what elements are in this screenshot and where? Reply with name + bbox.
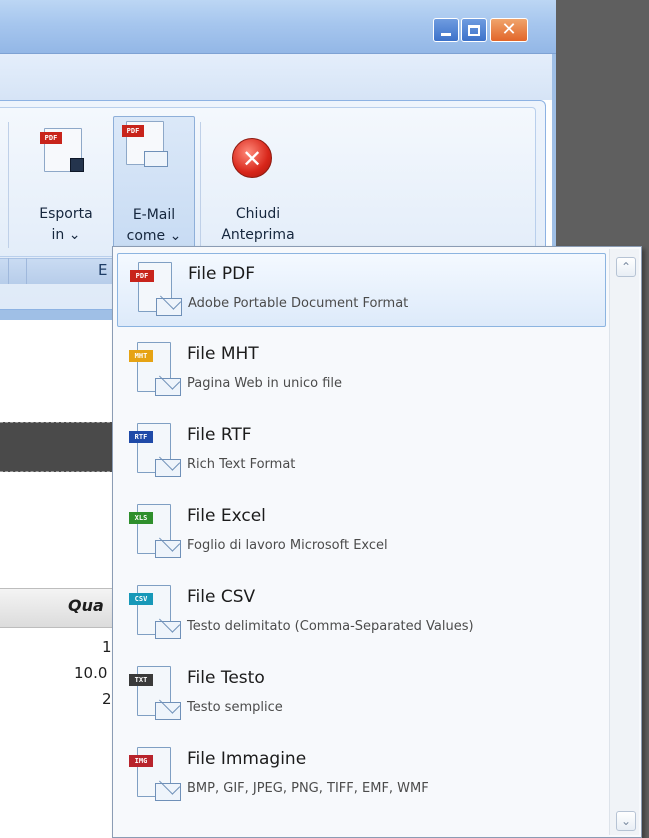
img-file-icon: IMG <box>125 747 183 803</box>
mht-badge: MHT <box>129 350 153 362</box>
menu-item-title: File RTF <box>187 425 252 445</box>
csv-file-icon: CSV <box>125 585 183 641</box>
menu-item-rtf[interactable]: RTF File RTF Rich Text Format <box>117 415 606 489</box>
menu-item-description: Pagina Web in unico file <box>187 376 343 391</box>
ribbon-group: PDF Esporta in ⌄ PDF E-Mail come ⌄ ✕ Chi… <box>0 107 536 284</box>
envelope-icon <box>155 378 181 396</box>
pdf-badge: PDF <box>40 132 62 144</box>
group-separator <box>8 258 9 284</box>
menu-item-description: BMP, GIF, JPEG, PNG, TIFF, EMF, WMF <box>187 781 429 796</box>
export-label-line2: in ⌄ <box>51 227 81 243</box>
scroll-up-button[interactable]: ⌃ <box>616 257 636 277</box>
chevron-up-icon: ⌃ <box>620 260 632 274</box>
title-bar: ✕ <box>0 0 556 54</box>
table-cell: 2 <box>102 690 112 708</box>
img-badge: IMG <box>129 755 153 767</box>
export-label-line1: Esporta <box>39 206 93 222</box>
ribbon-tab-strip <box>0 54 552 100</box>
menu-item-description: Testo semplice <box>187 700 283 715</box>
close-window-button[interactable]: ✕ <box>490 18 528 42</box>
menu-item-description: Foglio di lavoro Microsoft Excel <box>187 538 388 553</box>
envelope-icon <box>155 783 181 801</box>
menu-item-mht[interactable]: MHT File MHT Pagina Web in unico file <box>117 334 606 408</box>
menu-item-title: File MHT <box>187 344 259 364</box>
pdf-file-icon: PDF <box>126 262 184 318</box>
report-header-band <box>0 422 120 472</box>
group-separator <box>26 258 27 284</box>
close-preview-label-line1: Chiudi <box>235 206 281 222</box>
menu-item-description: Rich Text Format <box>187 457 296 472</box>
ribbon-separator <box>200 122 201 248</box>
ribbon-separator <box>8 122 9 248</box>
menu-scrollbar[interactable]: ⌃ ⌄ <box>609 249 639 835</box>
email-label: E-Mail come ⌄ <box>114 205 194 247</box>
email-format-menu: PDF File PDF Adobe Portable Document For… <box>112 246 642 838</box>
xls-file-icon: XLS <box>125 504 183 560</box>
csv-badge: CSV <box>129 593 153 605</box>
chevron-down-icon: ⌄ <box>620 814 632 828</box>
rtf-badge: RTF <box>129 431 153 443</box>
close-icon: ✕ <box>501 19 517 40</box>
export-to-button[interactable]: PDF Esporta in ⌄ <box>26 116 106 254</box>
menu-item-description: Adobe Portable Document Format <box>188 296 409 311</box>
minimize-icon <box>441 32 451 36</box>
envelope-icon <box>155 540 181 558</box>
email-as-button[interactable]: PDF E-Mail come ⌄ <box>113 116 195 254</box>
scroll-down-button[interactable]: ⌄ <box>616 811 636 831</box>
txt-badge: TXT <box>129 674 153 686</box>
pdf-badge: PDF <box>122 125 144 137</box>
mht-file-icon: MHT <box>125 342 183 398</box>
table-cell: 1 <box>102 638 112 656</box>
close-preview-label-line2: Anteprima <box>221 227 295 243</box>
close-preview-button[interactable]: ✕ Chiudi Anteprima <box>206 116 310 254</box>
table-cell: 10.0 <box>74 664 108 682</box>
menu-item-excel[interactable]: XLS File Excel Foglio di lavoro Microsof… <box>117 496 606 570</box>
close-preview-icon: ✕ <box>232 138 272 178</box>
maximize-icon <box>468 24 480 36</box>
envelope-icon <box>144 151 168 167</box>
minimize-button[interactable] <box>433 18 459 42</box>
menu-item-title: File Testo <box>187 668 265 688</box>
export-label: Esporta in ⌄ <box>26 204 106 246</box>
rtf-file-icon: RTF <box>125 423 183 479</box>
envelope-icon <box>156 298 182 316</box>
menu-item-description: Testo delimitato (Comma-Separated Values… <box>187 619 474 634</box>
envelope-icon <box>155 459 181 477</box>
envelope-icon <box>155 621 181 639</box>
email-label-line2: come ⌄ <box>126 228 182 244</box>
column-header: Qua <box>68 596 104 615</box>
menu-item-title: File Immagine <box>187 749 307 769</box>
pdf-badge: PDF <box>130 270 154 282</box>
menu-item-image[interactable]: IMG File Immagine BMP, GIF, JPEG, PNG, T… <box>117 739 606 813</box>
floppy-icon <box>70 158 84 172</box>
email-label-line1: E-Mail <box>132 207 176 223</box>
menu-item-title: File Excel <box>187 506 266 526</box>
menu-item-pdf[interactable]: PDF File PDF Adobe Portable Document For… <box>117 253 606 327</box>
menu-item-text[interactable]: TXT File Testo Testo semplice <box>117 658 606 732</box>
envelope-icon <box>155 702 181 720</box>
group-label: E <box>98 261 108 279</box>
menu-item-csv[interactable]: CSV File CSV Testo delimitato (Comma-Sep… <box>117 577 606 651</box>
menu-item-title: File CSV <box>187 587 256 607</box>
menu-item-title: File PDF <box>188 264 255 284</box>
close-preview-label: Chiudi Anteprima <box>206 204 310 246</box>
maximize-button[interactable] <box>461 18 487 42</box>
xls-badge: XLS <box>129 512 153 524</box>
txt-file-icon: TXT <box>125 666 183 722</box>
